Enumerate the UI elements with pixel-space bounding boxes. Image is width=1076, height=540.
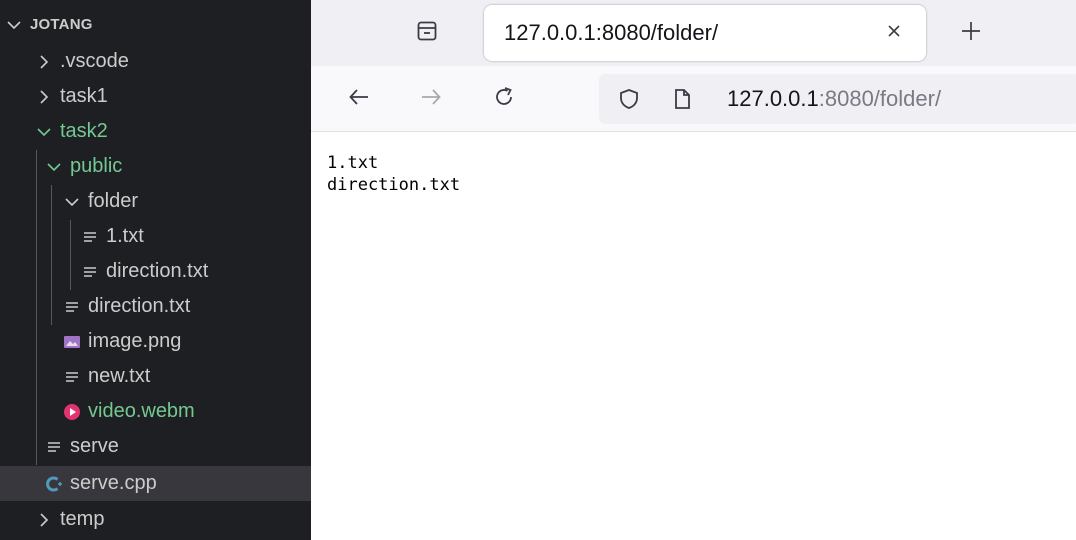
url-host: 127.0.0.1 xyxy=(727,86,819,111)
tree-item-label: new.txt xyxy=(88,365,151,387)
text-file-icon xyxy=(62,367,82,387)
tree-item-label: folder xyxy=(88,190,139,212)
tree-item-folder-direction-txt[interactable]: direction.txt xyxy=(0,254,311,289)
chevron-right-icon xyxy=(34,52,54,72)
cpp-file-icon xyxy=(44,474,64,494)
tree-item-folder-1-txt[interactable]: 1.txt xyxy=(0,219,311,254)
tree-item-label: serve.cpp xyxy=(70,472,157,494)
tree-item-temp[interactable]: temp xyxy=(0,502,311,537)
tree-item-vscode[interactable]: .vscode xyxy=(0,44,311,79)
tree-item-label: temp xyxy=(60,508,105,530)
explorer-root-jotang[interactable]: JOTANG xyxy=(0,7,311,42)
tab-folder[interactable]: 127.0.0.1:8080/folder/ xyxy=(484,5,926,61)
tree-item-label: video.webm xyxy=(88,400,195,422)
chevron-down-icon xyxy=(34,122,54,142)
tree-item-label: image.png xyxy=(88,330,182,352)
tree-item-label: task2 xyxy=(60,120,108,142)
text-file-icon xyxy=(62,297,82,317)
tree-item-task1[interactable]: task1 xyxy=(0,79,311,114)
plus-icon xyxy=(960,20,982,47)
tree-item-label: public xyxy=(70,155,123,177)
text-file-icon xyxy=(80,227,100,247)
back-button[interactable] xyxy=(339,79,379,119)
url-path: :8080/folder/ xyxy=(818,86,942,111)
page-icon[interactable] xyxy=(671,87,693,116)
tree-item-label: .vscode xyxy=(60,50,129,72)
url-text: 127.0.0.1:8080/folder/ xyxy=(727,74,941,124)
directory-listing: 1.txt direction.txt xyxy=(327,152,460,196)
shield-icon[interactable] xyxy=(617,87,641,116)
text-file-icon xyxy=(80,262,100,282)
tree-item-label: 1.txt xyxy=(106,225,144,247)
tree-item-label: serve xyxy=(70,435,119,457)
text-file-icon xyxy=(44,437,64,457)
tree-item-label: direction.txt xyxy=(106,260,209,282)
chevron-right-icon xyxy=(34,510,54,530)
listing-item: direction.txt xyxy=(327,175,461,195)
tree-item-new-txt[interactable]: new.txt xyxy=(0,359,311,394)
tree-item-public[interactable]: public xyxy=(0,149,311,184)
navigation-toolbar: 127.0.0.1:8080/folder/ xyxy=(311,66,1076,132)
image-file-icon xyxy=(62,332,82,352)
tree-item-serve[interactable]: serve xyxy=(0,429,311,464)
tree-item-video-webm[interactable]: video.webm xyxy=(0,394,311,429)
tab-groups-button[interactable] xyxy=(407,13,447,53)
reload-icon xyxy=(492,85,516,114)
chevron-right-icon xyxy=(34,87,54,107)
tree-item-task2[interactable]: task2 xyxy=(0,114,311,149)
tab-title: 127.0.0.1:8080/folder/ xyxy=(504,20,719,45)
chevron-down-icon xyxy=(4,15,24,35)
chevron-down-icon xyxy=(62,192,82,212)
tree-item-folder[interactable]: folder xyxy=(0,184,311,219)
tab-strip: 127.0.0.1:8080/folder/ xyxy=(311,0,1076,66)
browser-window: 127.0.0.1:8080/folder/ 127.0.0.1:8080/fo… xyxy=(311,0,1076,540)
tab-close-button[interactable] xyxy=(878,17,910,49)
video-file-icon xyxy=(62,402,82,422)
tree-item-image-png[interactable]: image.png xyxy=(0,324,311,359)
explorer-root-label: JOTANG xyxy=(30,16,93,33)
tree-item-public-direction-txt[interactable]: direction.txt xyxy=(0,289,311,324)
arrow-right-icon xyxy=(419,85,443,114)
explorer-sidebar: JOTANG .vscode task1 task2 public folder… xyxy=(0,0,311,540)
new-tab-button[interactable] xyxy=(951,13,991,53)
reload-button[interactable] xyxy=(484,79,524,119)
chevron-down-icon xyxy=(44,157,64,177)
listing-item: 1.txt xyxy=(327,153,379,173)
forward-button[interactable] xyxy=(411,79,451,119)
tab-groups-icon xyxy=(415,19,439,48)
address-bar[interactable]: 127.0.0.1:8080/folder/ xyxy=(599,74,1076,124)
close-icon xyxy=(886,23,902,44)
arrow-left-icon xyxy=(347,85,371,114)
tree-item-label: direction.txt xyxy=(88,295,191,317)
tree-item-serve-cpp[interactable]: serve.cpp xyxy=(0,466,311,501)
tree-item-label: task1 xyxy=(60,85,108,107)
